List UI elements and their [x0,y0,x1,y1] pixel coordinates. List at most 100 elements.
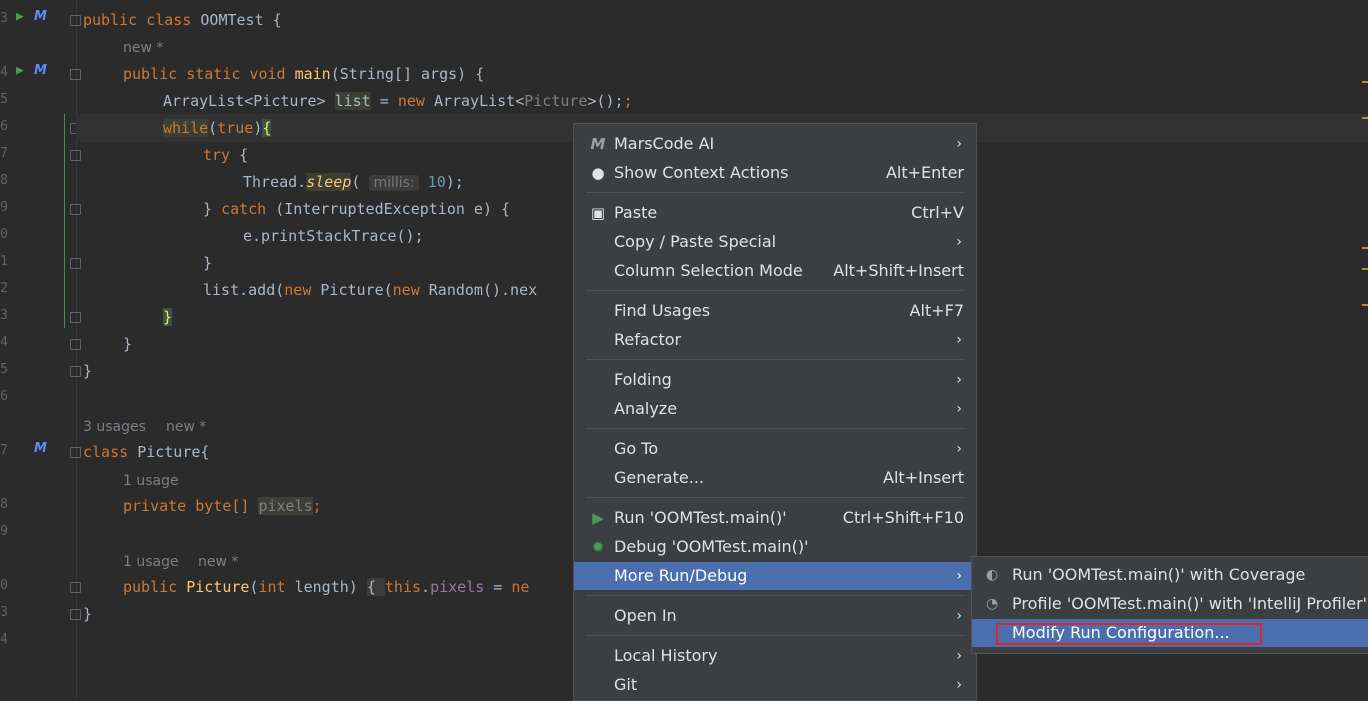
inlay-author-hint[interactable]: new * [123,39,163,57]
menu-item-paste[interactable]: ▣ Paste Ctrl+V [574,199,976,227]
scrollbar-marker[interactable] [1362,247,1368,249]
profiler-icon: ◔ [986,596,999,612]
menu-separator [586,359,964,360]
menu-separator [586,635,964,636]
inlay-usages-hint[interactable]: 1 usage [123,553,179,571]
fold-marker[interactable] [70,339,81,350]
menu-item-git[interactable]: Git › [574,671,976,699]
menu-item-copy-paste-special[interactable]: Copy / Paste Special › [574,228,976,256]
line-number: 4 [0,65,8,80]
inlay-usages-hint[interactable]: 1 usage [123,472,179,490]
line-number: 0 [0,578,8,593]
code-line[interactable]: public Picture(int length) { this.pixels… [123,574,529,601]
fold-marker[interactable] [70,582,81,593]
code-line[interactable]: } [83,601,92,628]
code-line[interactable]: list.add(new Picture(new Random().nex [203,277,537,304]
parameter-hint: millis: [369,175,419,191]
line-number: 5 [0,92,8,107]
run-gutter-icon[interactable]: ▶ [16,63,24,78]
line-number: 7 [0,443,8,458]
fold-marker[interactable] [70,366,81,377]
menu-separator [586,595,964,596]
menu-item-find-usages[interactable]: Find Usages Alt+F7 [574,297,976,325]
code-line[interactable]: e.printStackTrace(); [243,223,424,250]
code-line[interactable]: } catch (InterruptedException e) { [203,196,510,223]
marscode-icon: M [590,135,606,153]
code-line[interactable]: } [83,358,92,385]
chevron-right-icon: › [956,677,962,693]
editor-gutter[interactable]: 3 ▶ M 4 ▶ M 5 6 7 8 9 0 1 2 3 4 5 6 7 M … [0,0,81,699]
scrollbar-marker[interactable] [1362,304,1368,306]
menu-item-run[interactable]: ▶ Run 'OOMTest.main()' Ctrl+Shift+F10 [574,504,976,532]
fold-marker[interactable] [70,150,81,161]
code-line[interactable]: public static void main(String[] args) { [123,61,484,88]
code-line[interactable]: } [203,250,212,277]
chevron-right-icon: › [956,568,962,584]
line-number: 7 [0,146,8,161]
marscode-gutter-icon[interactable]: M [34,441,47,456]
run-gutter-icon[interactable]: ▶ [16,9,24,24]
submenu-item-run-with-coverage[interactable]: ◐ Run 'OOMTest.main()' with Coverage [972,561,1368,589]
menu-item-open-in[interactable]: Open In › [574,602,976,630]
menu-item-column-selection-mode[interactable]: Column Selection Mode Alt+Shift+Insert [574,257,976,285]
menu-item-debug[interactable]: ✹ Debug 'OOMTest.main()' [574,533,976,561]
chevron-right-icon: › [956,136,962,152]
code-line[interactable]: } [123,331,132,358]
menu-item-refactor[interactable]: Refactor › [574,326,976,354]
fold-marker[interactable] [70,312,81,323]
marscode-gutter-icon[interactable]: M [34,63,47,78]
inlay-usages-hint[interactable]: 3 usages [83,418,146,436]
line-number: 2 [0,281,8,296]
marscode-gutter-icon[interactable]: M [34,9,47,24]
line-number: 9 [0,524,8,539]
fold-marker[interactable] [70,447,81,458]
menu-item-marscode-ai[interactable]: M MarsCode AI › [574,130,976,158]
fold-marker[interactable] [70,69,81,80]
code-line[interactable]: private byte[] pixels; [123,493,322,520]
code-line[interactable]: } [163,304,173,331]
highlight-annotation-box [996,623,1262,645]
fold-marker[interactable] [70,609,81,620]
line-number: 0 [0,227,8,242]
fold-marker[interactable] [70,204,81,215]
menu-item-folding[interactable]: Folding › [574,366,976,394]
code-line[interactable]: while(true){ [163,115,272,142]
menu-separator [586,192,964,193]
change-marker [64,114,65,328]
inlay-author-hint[interactable]: new * [198,553,238,571]
scrollbar-marker[interactable] [1362,81,1368,83]
line-number: 3 [0,11,8,26]
scrollbar-marker[interactable] [1362,117,1368,119]
line-number: 1 [0,254,8,269]
menu-item-show-context-actions[interactable]: ● Show Context Actions Alt+Enter [574,159,976,187]
code-line[interactable]: try { [203,142,248,169]
inlay-author-hint[interactable]: new * [166,418,206,436]
lightbulb-icon: ● [591,164,605,182]
fold-marker[interactable] [70,258,81,269]
fold-marker[interactable] [70,15,81,26]
code-line[interactable]: class Picture{ [83,439,209,466]
menu-item-generate[interactable]: Generate... Alt+Insert [574,464,976,492]
code-line[interactable]: ArrayList<Picture> list = new ArrayList<… [163,88,633,115]
menu-item-go-to[interactable]: Go To › [574,435,976,463]
menu-item-local-history[interactable]: Local History › [574,642,976,670]
editor-context-menu[interactable]: M MarsCode AI › ● Show Context Actions A… [573,123,977,701]
chevron-right-icon: › [956,441,962,457]
line-number: 8 [0,173,8,188]
scrollbar-marker[interactable] [1362,268,1368,270]
chevron-right-icon: › [956,332,962,348]
clipboard-icon: ▣ [590,204,606,222]
menu-item-analyze[interactable]: Analyze › [574,395,976,423]
code-line[interactable]: public class OOMTest { [83,7,282,34]
menu-separator [586,290,964,291]
code-line[interactable]: Thread.sleep( millis: 10); [243,169,464,196]
line-number: 8 [0,497,8,512]
line-number: 4 [0,632,8,647]
debug-icon: ✹ [591,538,605,556]
menu-separator [586,497,964,498]
submenu-item-profile[interactable]: ◔ Profile 'OOMTest.main()' with 'Intelli… [972,590,1368,618]
line-number: 4 [0,335,8,350]
line-number: 5 [0,362,8,377]
chevron-right-icon: › [956,372,962,388]
menu-item-more-run-debug[interactable]: More Run/Debug › [574,562,976,590]
